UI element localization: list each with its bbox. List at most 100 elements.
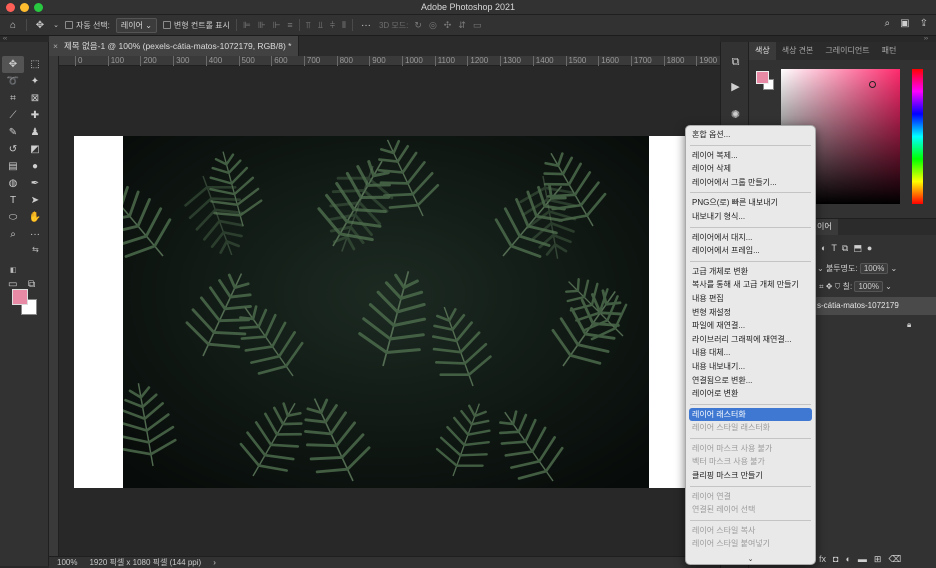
adjustments-icon[interactable]: ✺ [721,102,750,126]
history-icon[interactable]: ⧉ [721,50,750,74]
auto-select-checkbox[interactable]: 자동 선택: [65,20,110,31]
close-document-icon[interactable]: × [53,41,58,51]
menu-item[interactable]: PNG으(로) 빠른 내보내기 [686,196,815,210]
layer-filter-icons[interactable]: ◐T⧉⬒● [821,243,877,254]
window-controls[interactable] [6,3,43,12]
search-icon[interactable]: ⌕ [885,18,891,29]
minimize-window-button[interactable] [20,3,29,12]
menu-item[interactable]: 레이어 래스터화 [689,407,812,422]
tab-color-panel[interactable]: 색상 견본 [776,42,820,60]
close-window-button[interactable] [6,3,15,12]
default-colors-icon[interactable]: ◧ [10,266,17,274]
healing-brush-tool-icon[interactable]: ✚ [24,107,46,124]
menu-item[interactable]: 레이어 스타일 붙여넣기 [686,537,815,551]
distribute-buttons[interactable]: ⫪ ⫫ ⫩ ⦀ [306,20,346,31]
home-icon[interactable]: ⌂ [6,18,20,32]
menu-item[interactable]: 벡터 마스크 사용 불가 [686,455,815,469]
eraser-tool-icon[interactable]: ◩ [24,141,46,158]
shape-tool-icon[interactable]: ⬭ [2,209,24,226]
adjustment-layer-icon[interactable]: ◐ [845,554,850,565]
chevron-right-icon[interactable]: › [213,558,216,567]
horizontal-ruler[interactable]: 0 100 200 300 400 500 600 700 800 900 1000 1100 1200… [59,56,720,66]
align-justify-icon[interactable]: ≡ [287,20,292,31]
menu-item[interactable]: 내보내기 형식... [686,210,815,224]
stamp-tool-icon[interactable]: ♟ [24,124,46,141]
menu-item[interactable]: 내용 대체... [686,346,815,360]
menu-item[interactable]: 레이어에서 프레임... [686,244,815,258]
crop-tool-icon[interactable]: ⌗ [2,90,24,107]
add-mask-icon[interactable]: ◘ [833,554,838,565]
align-buttons[interactable]: ⊫ ⊪ ⊩ ≡ [243,20,293,31]
opacity-control[interactable]: ⌄ 불투명도: 100% ⌄ [817,263,897,274]
menu-item[interactable]: 레이어 연결 [686,490,815,504]
canvas-area[interactable] [59,66,720,556]
move-tool-icon[interactable]: ✥ [33,18,47,32]
menu-item[interactable]: 레이어로 변환 [686,387,815,401]
fill-control[interactable]: ⌗ ✥ ⛉ 칠: 100% ⌄ [819,281,892,292]
history-brush-tool-icon[interactable]: ↺ [2,141,24,158]
fx-icon[interactable]: fx [819,554,826,565]
move-tool-icon[interactable]: ✥ [2,56,24,73]
menu-item[interactable]: 레이어 마스크 사용 불가 [686,442,815,456]
menu-item[interactable]: 파일에 재연결... [686,319,815,333]
chevron-down-icon[interactable]: ⌄ [53,18,59,32]
zoom-tool-icon[interactable]: ⌕ [2,226,24,243]
tab-color-panel[interactable]: 패턴 [876,42,903,60]
tab-color-panel[interactable]: 그레이디언트 [819,42,875,60]
swap-colors-icon[interactable]: ⇆ [32,245,39,254]
menu-item[interactable]: 혼합 옵션... [686,128,815,142]
opacity-value[interactable]: 100% [859,263,889,274]
align-top-icon[interactable]: ⫪ [306,20,311,31]
path-selection-tool-icon[interactable]: ➤ [24,192,46,209]
menu-item[interactable]: 변형 재설정 [686,306,815,320]
quick-mask-icon[interactable]: ▭ [8,279,17,290]
distribute-icon[interactable]: ⦀ [342,20,346,31]
eyedropper-tool-icon[interactable]: ⟋ [2,107,24,124]
hue-slider[interactable] [912,69,923,204]
blur-tool-icon[interactable]: ● [24,158,46,175]
layer-name[interactable]: s-cátia-matos-1072179 [817,301,899,310]
magic-wand-tool-icon[interactable]: ✦ [24,73,46,90]
align-right-icon[interactable]: ⊩ [273,20,281,31]
menu-item[interactable]: 클리핑 마스크 만들기 [686,469,815,483]
share-icon[interactable]: ⇪ [920,18,928,29]
hand-tool-icon[interactable]: ✋ [24,209,46,226]
menu-item[interactable]: 연결된 레이어 선택 [686,503,815,517]
menu-item[interactable]: 레이어에서 대지... [686,231,815,245]
color-picker-cursor[interactable] [869,81,876,88]
more-tools-icon[interactable]: ··· [24,226,46,243]
scroll-down-icon[interactable]: ⌄ [686,555,815,563]
more-icon[interactable]: ··· [359,18,373,32]
document-info[interactable]: 1920 픽셀 x 1080 픽셀 (144 ppi) [89,557,201,568]
screen-mode-icon[interactable]: ⧉ [28,279,35,290]
new-group-icon[interactable]: ▬ [858,554,867,565]
menu-item[interactable]: 고급 개체로 변환 [686,265,815,279]
menu-item[interactable]: 내용 내보내기... [686,360,815,374]
menu-item[interactable]: 레이어에서 그룹 만들기... [686,176,815,190]
menu-item[interactable]: 레이어 복제... [686,149,815,163]
frame-tool-icon[interactable]: ⊠ [24,90,46,107]
new-layer-icon[interactable]: ⊞ [874,554,882,565]
brush-tool-icon[interactable]: ✎ [2,124,24,141]
align-left-icon[interactable]: ⊫ [243,20,251,31]
auto-select-dropdown[interactable]: 레이어 ⌄ [115,17,157,33]
zoom-window-button[interactable] [34,3,43,12]
marquee-tool-icon[interactable]: ⬚ [24,56,46,73]
pen-tool-icon[interactable]: ✒ [24,175,46,192]
menu-item[interactable]: 연결됨으로 변환... [686,374,815,388]
actions-play-icon[interactable]: ▶ [721,74,750,98]
type-tool-icon[interactable]: T [2,192,24,209]
fern-photo-layer[interactable] [123,136,649,488]
gradient-tool-icon[interactable]: ▤ [2,158,24,175]
panel-foreground-swatch[interactable] [756,71,769,84]
align-middle-icon[interactable]: ⫫ [318,20,323,31]
menu-item[interactable]: 레이어 스타일 복사 [686,524,815,538]
fill-value[interactable]: 100% [854,281,883,292]
align-bottom-icon[interactable]: ⫩ [330,20,335,31]
align-center-icon[interactable]: ⊪ [258,20,266,31]
menu-item[interactable]: 레이어 삭제 [686,162,815,176]
foreground-color-swatch[interactable] [12,289,28,305]
menu-item[interactable]: 내용 편집 [686,292,815,306]
menu-item[interactable]: 라이브러리 그래픽에 재연결... [686,333,815,347]
menu-item[interactable]: 복사를 통해 새 고급 개체 만들기 [686,278,815,292]
